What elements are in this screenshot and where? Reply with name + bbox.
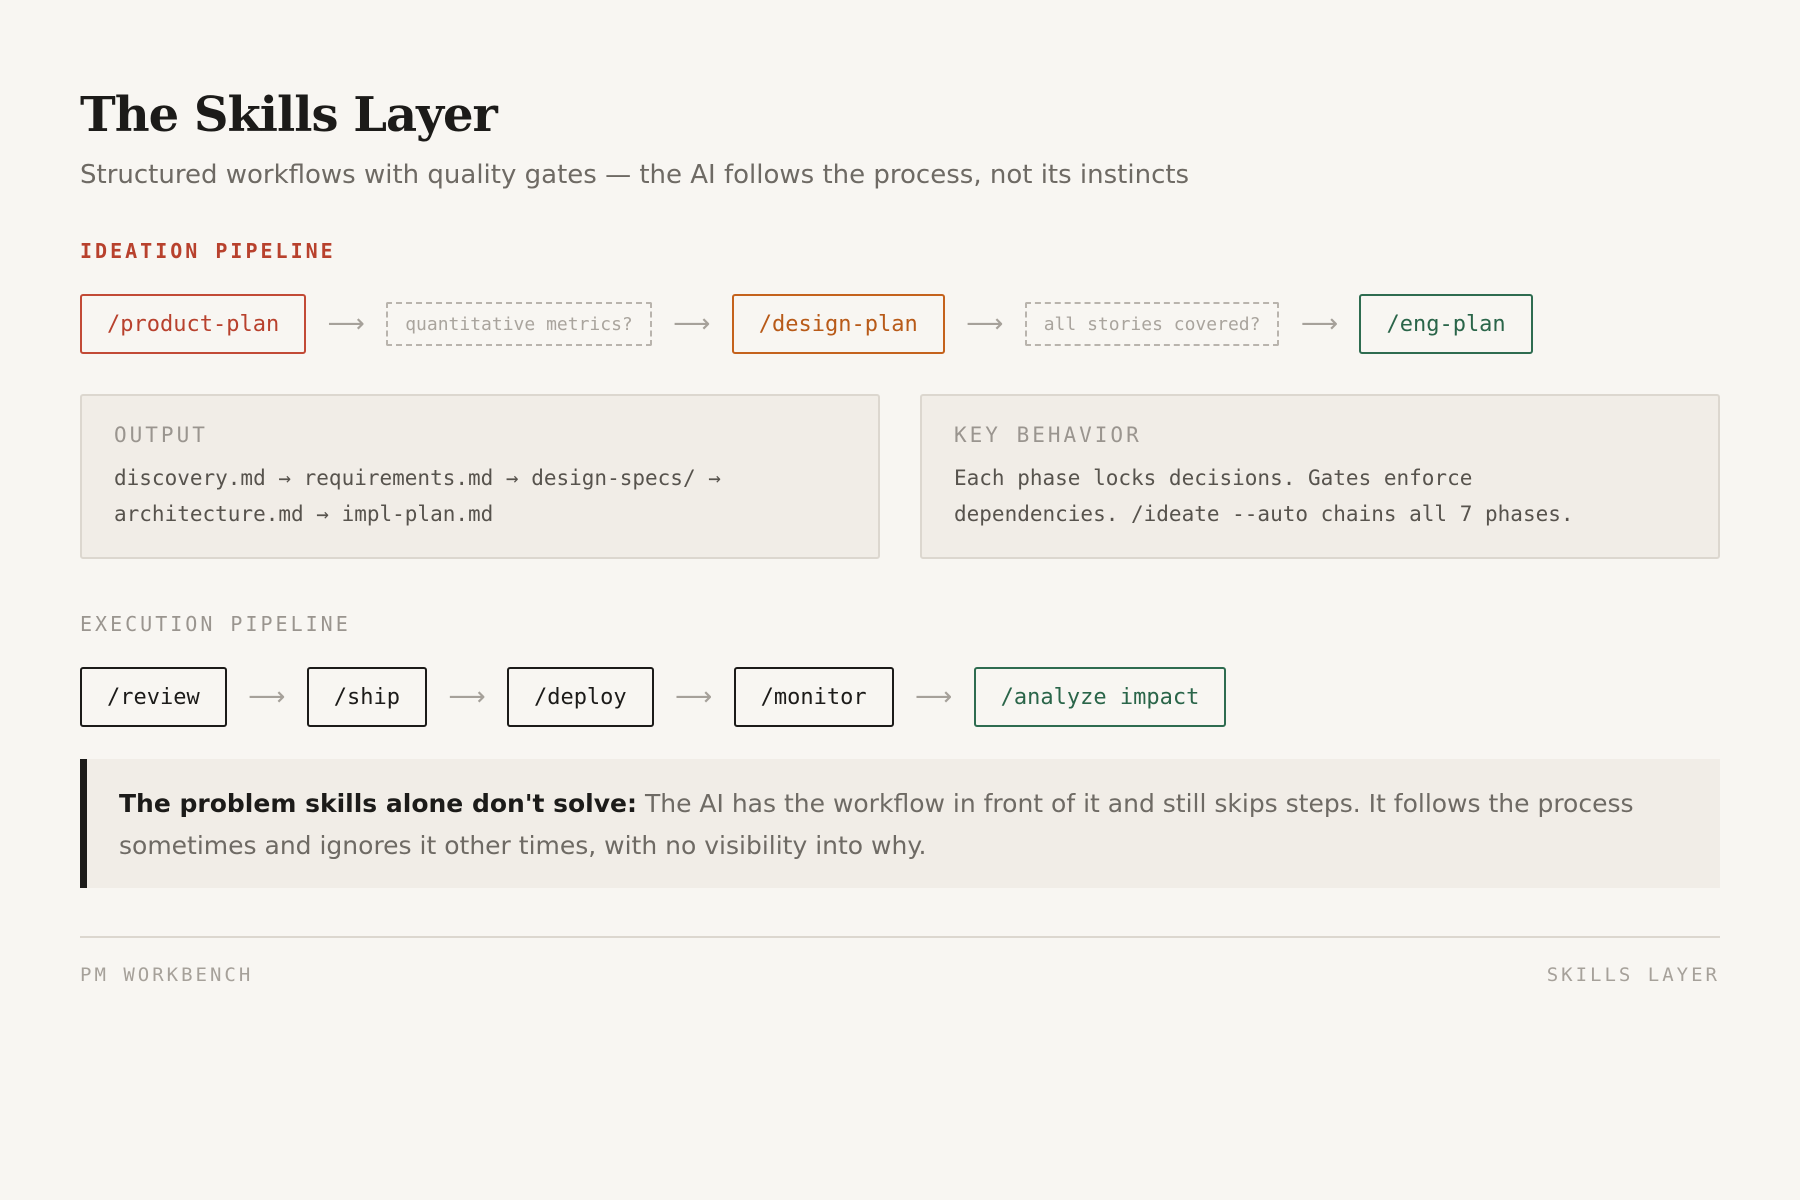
flow-arrow-icon: ⟶ <box>327 309 365 339</box>
analyze-impact-node: /analyze impact <box>973 667 1227 727</box>
monitor-node: /monitor <box>733 667 894 727</box>
flow-arrow-icon: ⟶ <box>1300 309 1339 339</box>
review-node: /review <box>80 667 227 727</box>
callout-heading: The problem skills alone don't solve: <box>119 789 638 818</box>
flow-arrow-icon: ⟶ <box>448 682 486 712</box>
flow-arrow-icon: ⟶ <box>675 682 713 712</box>
output-card-body: discovery.md → requirements.md → design-… <box>114 466 721 526</box>
execution-flow: /review ⟶ /ship ⟶ /deploy ⟶ /monitor ⟶ /… <box>80 667 1720 727</box>
ideation-flow: /product-plan ⟶ quantitative metrics? ⟶ … <box>80 294 1720 354</box>
key-behavior-card-title: KEY BEHAVIOR <box>954 423 1142 447</box>
output-card: OUTPUT discovery.md → requirements.md → … <box>80 394 880 559</box>
slide: The Skills Layer Structured workflows wi… <box>0 0 1800 1200</box>
key-behavior-card-body: Each phase locks decisions. Gates enforc… <box>954 466 1574 526</box>
footer-right-label: SKILLS LAYER <box>1546 964 1720 986</box>
page-subtitle: Structured workflows with quality gates … <box>80 160 1190 190</box>
problem-callout: The problem skills alone don't solve: Th… <box>80 759 1720 888</box>
key-behavior-card: KEY BEHAVIOR Each phase locks decisions.… <box>920 394 1720 559</box>
eng-plan-node: /eng-plan <box>1359 294 1533 354</box>
flow-arrow-icon: ⟶ <box>915 682 953 712</box>
product-plan-node: /product-plan <box>80 294 307 354</box>
info-cards: OUTPUT discovery.md → requirements.md → … <box>80 394 1720 559</box>
footer-divider <box>80 936 1720 938</box>
design-plan-node: /design-plan <box>731 294 945 354</box>
flow-arrow-icon: ⟶ <box>673 309 711 339</box>
ideation-pipeline-label: IDEATION PIPELINE <box>80 239 336 263</box>
flow-arrow-icon: ⟶ <box>966 309 1004 339</box>
footer-left-label: PM WORKBENCH <box>80 964 254 986</box>
ship-node: /ship <box>306 667 427 727</box>
page-title: The Skills Layer <box>80 87 498 143</box>
quality-gate-stories: all stories covered? <box>1024 302 1280 346</box>
quality-gate-metrics: quantitative metrics? <box>386 302 652 346</box>
execution-pipeline-label: EXECUTION PIPELINE <box>80 612 351 636</box>
flow-arrow-icon: ⟶ <box>248 682 286 712</box>
footer: PM WORKBENCH SKILLS LAYER <box>80 964 1720 986</box>
deploy-node: /deploy <box>506 667 654 727</box>
output-card-title: OUTPUT <box>114 423 208 447</box>
